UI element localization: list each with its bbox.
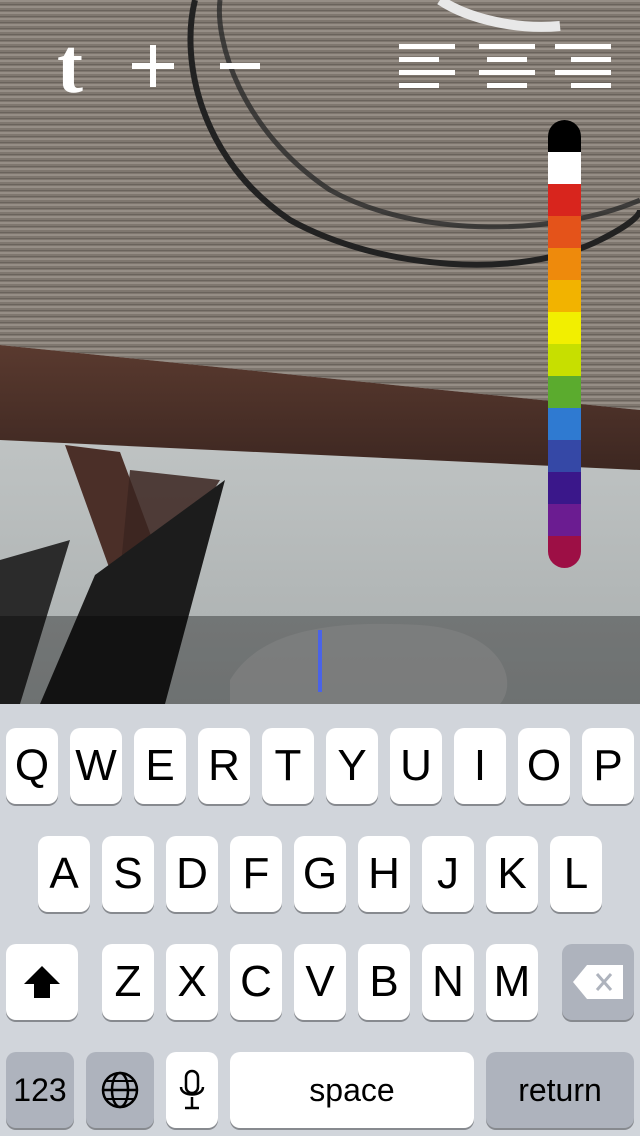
key-j[interactable]: J xyxy=(422,836,474,912)
color-swatch[interactable] xyxy=(548,216,581,248)
key-w[interactable]: W xyxy=(70,728,122,804)
color-swatch[interactable] xyxy=(548,184,581,216)
backspace-icon xyxy=(573,965,623,999)
color-swatch[interactable] xyxy=(548,504,581,536)
shift-icon xyxy=(24,966,60,998)
globe-icon xyxy=(101,1071,139,1109)
key-k[interactable]: K xyxy=(486,836,538,912)
key-m[interactable]: M xyxy=(486,944,538,1020)
key-c[interactable]: C xyxy=(230,944,282,1020)
color-swatch[interactable] xyxy=(548,312,581,344)
align-center-button[interactable] xyxy=(476,40,538,92)
key-s[interactable]: S xyxy=(102,836,154,912)
microphone-icon xyxy=(179,1069,205,1110)
key-t[interactable]: T xyxy=(262,728,314,804)
key-e[interactable]: E xyxy=(134,728,186,804)
dictation-key[interactable] xyxy=(166,1052,218,1128)
key-l[interactable]: L xyxy=(550,836,602,912)
key-q[interactable]: Q xyxy=(6,728,58,804)
color-palette[interactable] xyxy=(548,120,581,568)
delete-key[interactable] xyxy=(562,944,634,1020)
align-center-icon xyxy=(479,44,535,88)
minus-icon xyxy=(220,63,260,69)
key-o[interactable]: O xyxy=(518,728,570,804)
align-left-button[interactable] xyxy=(396,40,458,92)
color-swatch[interactable] xyxy=(548,408,581,440)
key-a[interactable]: A xyxy=(38,836,90,912)
decrease-size-button[interactable] xyxy=(212,36,268,96)
key-h[interactable]: H xyxy=(358,836,410,912)
text-cursor xyxy=(318,630,322,692)
shift-key[interactable] xyxy=(6,944,78,1020)
key-i[interactable]: I xyxy=(454,728,506,804)
keyboard: Q W E R T Y U I O P A S D F G H J K L Z … xyxy=(0,704,640,1136)
tumblr-logo-icon[interactable]: t xyxy=(40,27,100,105)
key-b[interactable]: B xyxy=(358,944,410,1020)
camera-scene xyxy=(0,0,640,704)
color-swatch[interactable] xyxy=(548,472,581,504)
color-swatch[interactable] xyxy=(548,248,581,280)
color-swatch[interactable] xyxy=(548,536,581,568)
color-swatch[interactable] xyxy=(548,344,581,376)
key-g[interactable]: G xyxy=(294,836,346,912)
camera-preview xyxy=(0,0,640,704)
key-f[interactable]: F xyxy=(230,836,282,912)
color-swatch[interactable] xyxy=(548,152,581,184)
return-key[interactable]: return xyxy=(486,1052,634,1128)
align-left-icon xyxy=(399,44,455,88)
numbers-key[interactable]: 123 xyxy=(6,1052,74,1128)
key-z[interactable]: Z xyxy=(102,944,154,1020)
key-y[interactable]: Y xyxy=(326,728,378,804)
key-r[interactable]: R xyxy=(198,728,250,804)
key-n[interactable]: N xyxy=(422,944,474,1020)
color-swatch[interactable] xyxy=(548,440,581,472)
key-u[interactable]: U xyxy=(390,728,442,804)
space-key[interactable]: space xyxy=(230,1052,474,1128)
align-right-icon xyxy=(555,44,611,88)
key-x[interactable]: X xyxy=(166,944,218,1020)
color-swatch[interactable] xyxy=(548,120,581,152)
color-swatch[interactable] xyxy=(548,280,581,312)
text-input-area[interactable] xyxy=(0,616,640,704)
globe-key[interactable] xyxy=(86,1052,154,1128)
color-swatch[interactable] xyxy=(548,376,581,408)
align-right-button[interactable] xyxy=(552,40,614,92)
key-d[interactable]: D xyxy=(166,836,218,912)
plus-icon xyxy=(132,45,174,87)
key-p[interactable]: P xyxy=(582,728,634,804)
increase-size-button[interactable] xyxy=(124,36,182,96)
key-v[interactable]: V xyxy=(294,944,346,1020)
